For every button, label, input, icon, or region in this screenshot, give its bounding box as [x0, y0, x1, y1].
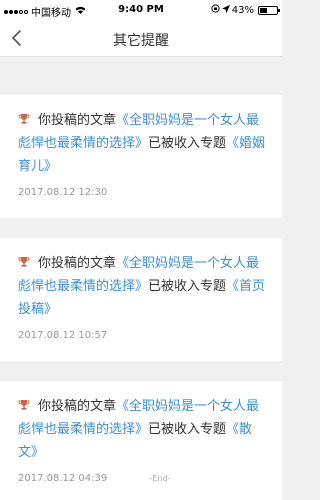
battery-icon: [258, 5, 280, 15]
status-bar: 中国移动 9:40 PM 43%: [0, 0, 282, 20]
notification-prefix: 你投稿的文章: [38, 256, 117, 271]
end-marker: -End-: [149, 474, 171, 483]
rotation-lock-icon: [211, 4, 220, 16]
notification-text: 你投稿的文章《全职妈妈是一个女人最彪悍也最柔情的选择》已被收入专题《婚姻育儿》: [18, 109, 270, 178]
notification-prefix: 你投稿的文章: [38, 113, 117, 128]
trophy-icon: [18, 257, 30, 267]
location-icon: [221, 4, 230, 16]
notification-middle: 已被收入专题: [148, 279, 227, 294]
notification-card[interactable]: 你投稿的文章《全职妈妈是一个女人最彪悍也最柔情的选择》已被收入专题《首页投稿》 …: [0, 238, 282, 361]
trophy-icon: [18, 400, 30, 410]
battery-fill: [260, 7, 267, 13]
nav-bar: 其它提醒: [0, 20, 282, 57]
notification-date: 2017.08.12 10:57: [18, 330, 108, 341]
notification-date: 2017.08.12 12:30: [18, 187, 108, 198]
status-right: 43%: [211, 4, 280, 16]
battery-percent: 43%: [231, 4, 254, 16]
notification-text: 你投稿的文章《全职妈妈是一个女人最彪悍也最柔情的选择》已被收入专题《散文》: [18, 395, 270, 464]
page-title: 其它提醒: [113, 33, 169, 49]
notification-card[interactable]: 你投稿的文章《全职妈妈是一个女人最彪悍也最柔情的选择》已被收入专题《婚姻育儿》 …: [0, 95, 282, 218]
trophy-icon: [18, 114, 30, 124]
notification-prefix: 你投稿的文章: [38, 399, 117, 414]
notification-middle: 已被收入专题: [148, 422, 227, 437]
notification-text: 你投稿的文章《全职妈妈是一个女人最彪悍也最柔情的选择》已被收入专题《首页投稿》: [18, 252, 270, 321]
notification-list: 你投稿的文章《全职妈妈是一个女人最彪悍也最柔情的选择》已被收入专题《婚姻育儿》 …: [0, 57, 282, 500]
notification-middle: 已被收入专题: [148, 136, 227, 151]
